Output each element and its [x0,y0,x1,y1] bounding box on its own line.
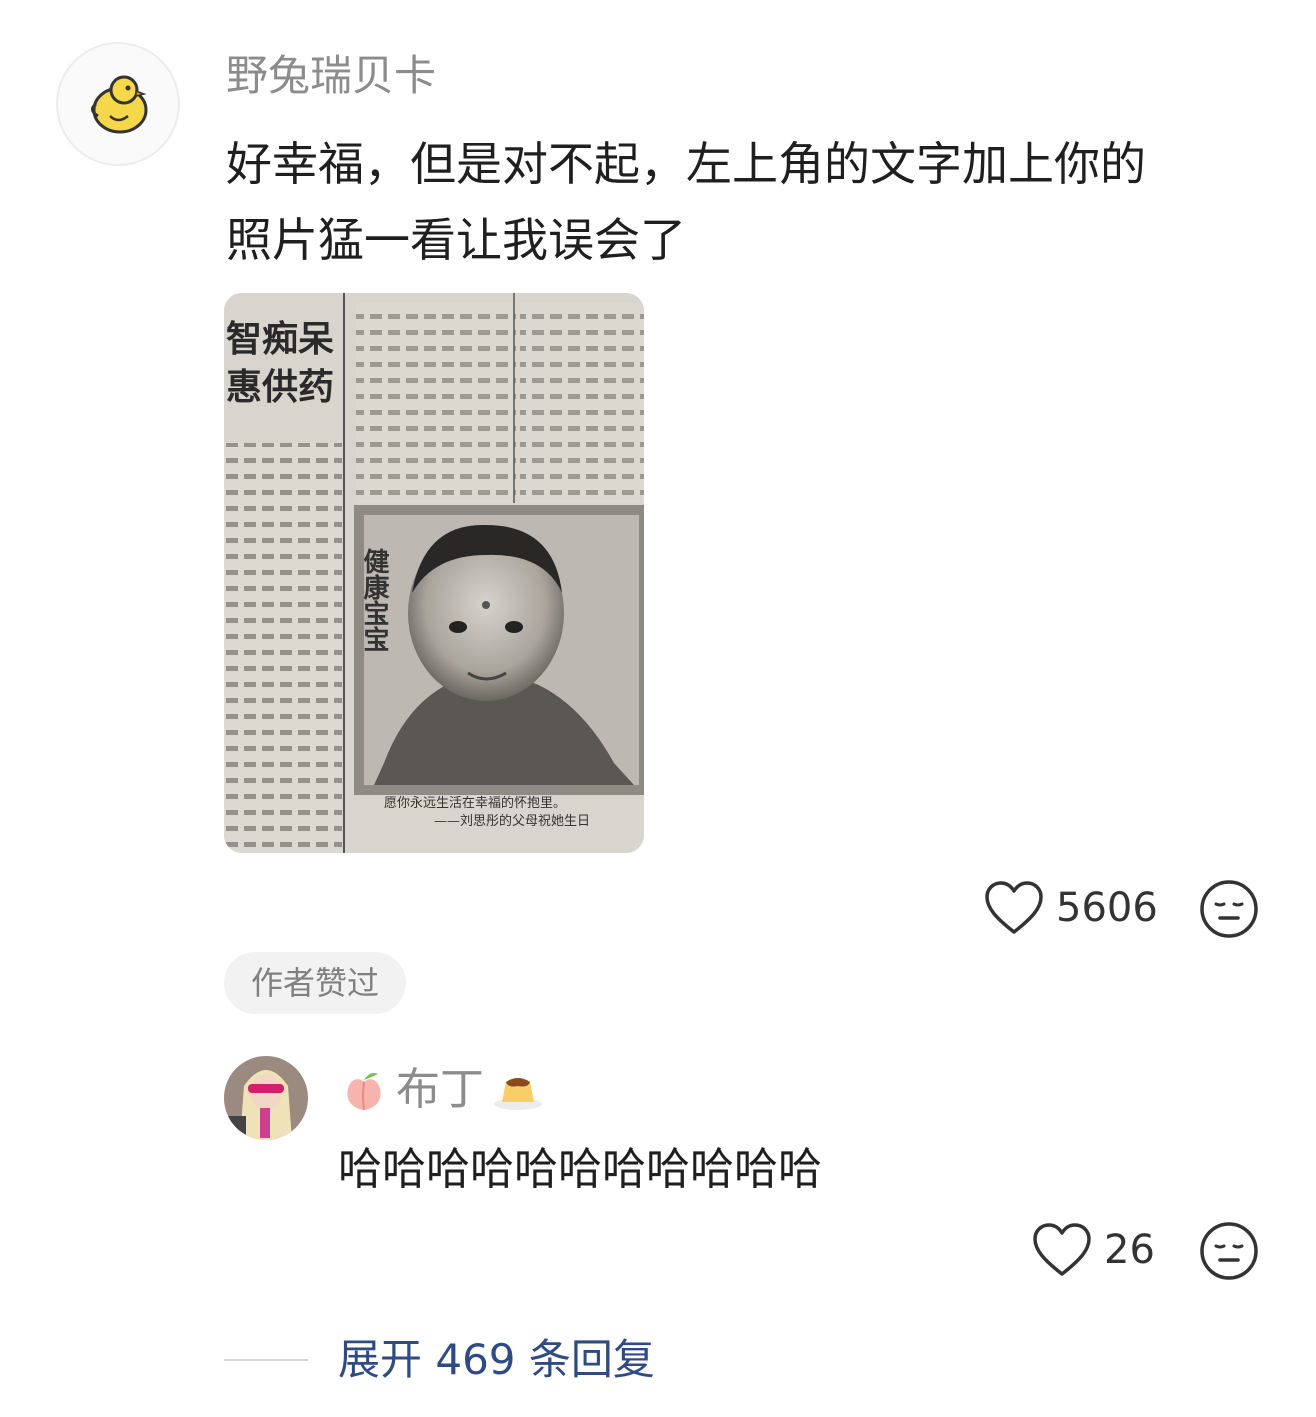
reply-like-button[interactable]: 26 [1032,1222,1155,1278]
avatar[interactable] [56,42,180,166]
heart-icon [1033,1223,1091,1276]
girl-avatar-image [224,1056,308,1140]
pudding-emoji [494,1078,542,1110]
comment-text: 好幸福，但是对不起，左上角的文字加上你的照片猛一看让我误会了 [226,137,1146,267]
expand-replies-row[interactable]: 展开 469 条回复 [224,1332,655,1388]
neutral-face-icon [1200,880,1258,938]
headline-top: 智痴呆 [226,318,334,360]
photo-caption-2: ——刘思彤的父母祝她生日 [434,813,590,829]
reply-dislike-button[interactable] [1198,1220,1260,1286]
author-liked-badge: 作者赞过 [224,952,406,1014]
reply-like-count: 26 [1104,1227,1155,1273]
divider [224,1359,308,1361]
reply-username: 布丁 [396,1064,484,1115]
reply-username-row[interactable]: 布丁 [340,1062,544,1118]
heart-icon [985,881,1043,934]
comment-username[interactable]: 野兔瑞贝卡 [226,50,436,102]
yellow-chick-icon [91,75,148,134]
peach-emoji [347,1072,381,1111]
photo-caption-1: 愿你永远生活在幸福的怀抱里。 [384,795,566,811]
reply-avatar[interactable] [224,1056,308,1140]
expand-replies-link[interactable]: 展开 469 条回复 [338,1332,655,1388]
comment-like-button[interactable]: 5606 [984,880,1158,936]
headline-vertical: 健康宝宝 [359,548,389,652]
headline-second: 惠供药 [226,366,334,408]
comment-photo[interactable]: 智痴呆 惠供药 健康宝宝 愿你永远生活在幸福的怀抱里。 ——刘思彤的父母祝她生日 [224,293,644,853]
reply-text: 哈哈哈哈哈哈哈哈哈哈哈 [338,1144,822,1195]
newspaper-photo: 智痴呆 惠供药 健康宝宝 愿你永远生活在幸福的怀抱里。 ——刘思彤的父母祝她生日 [224,293,644,853]
comment-like-count: 5606 [1056,885,1158,931]
neutral-face-icon [1200,1222,1258,1280]
comment-dislike-button[interactable] [1198,878,1260,944]
